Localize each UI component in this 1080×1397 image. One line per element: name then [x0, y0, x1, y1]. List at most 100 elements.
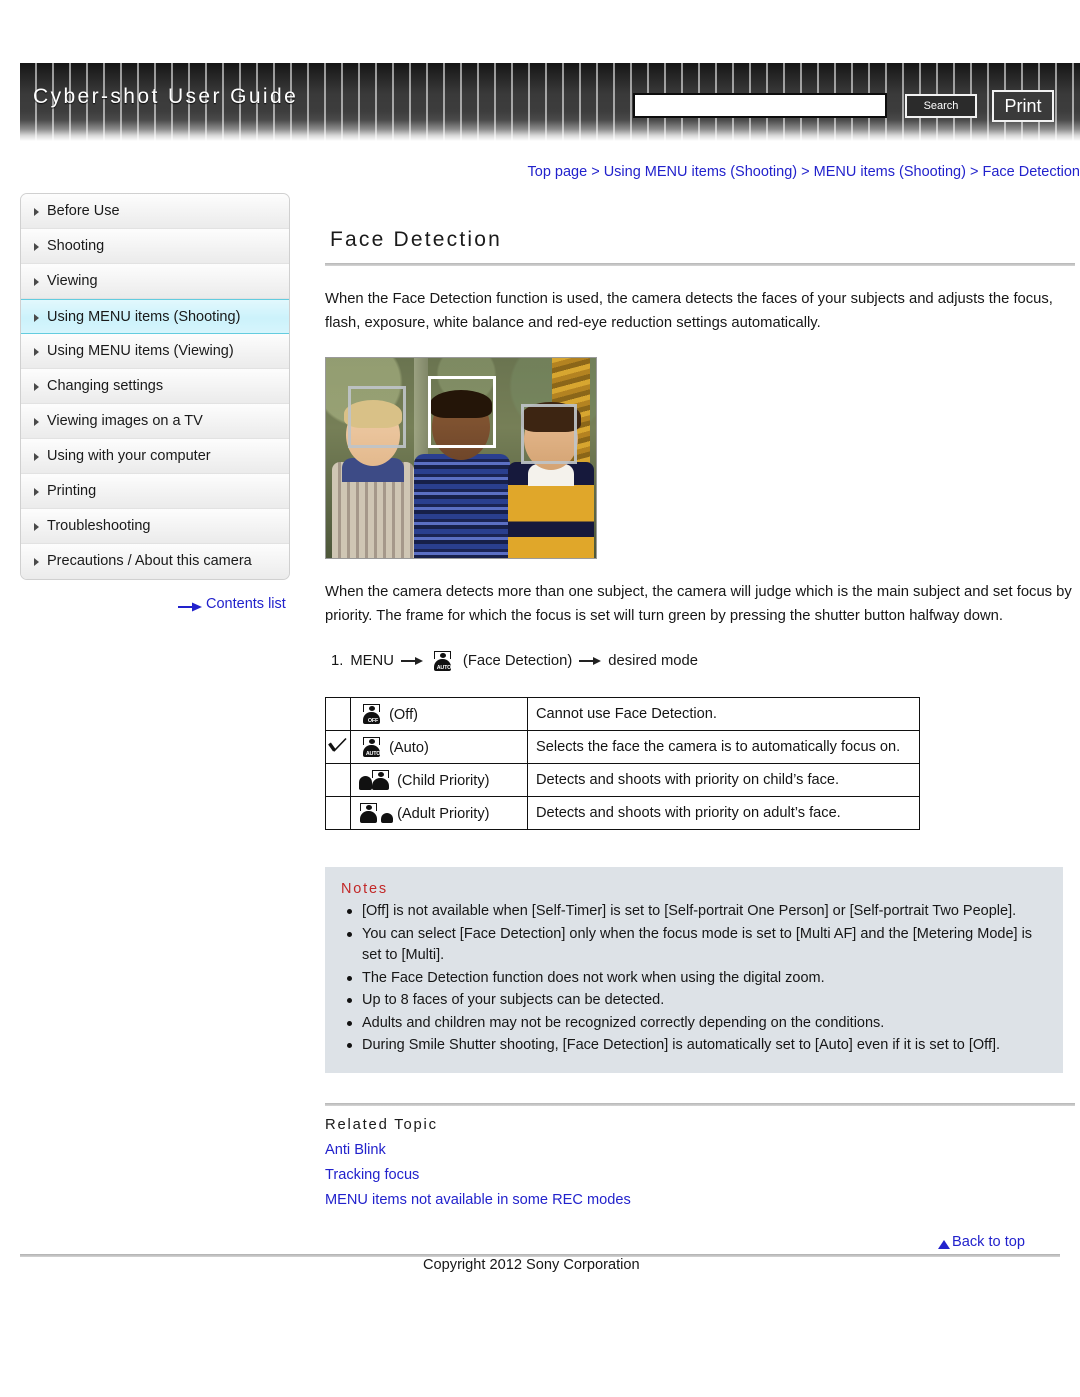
sidebar-item-using-menu-items-shooting[interactable]: Using MENU items (Shooting): [21, 299, 289, 334]
related-topic-divider: [325, 1102, 1075, 1106]
main-content: Face Detection When the Face Detection f…: [325, 220, 1080, 1208]
face-detection-mode-table: OFF (Off) Cannot use Face Detection. AUT…: [325, 697, 920, 830]
table-cell-selected: [325, 796, 351, 830]
sidebar-navigation: Before Use Shooting Viewing Using MENU i…: [20, 193, 290, 580]
list-item: Up to 8 faces of your subjects can be de…: [347, 990, 1047, 1012]
notes-heading: Notes: [341, 881, 388, 897]
priority-paragraph: When the camera detects more than one su…: [325, 584, 1072, 624]
right-arrow-icon: [400, 656, 423, 666]
breadcrumb: Top page > Using MENU items (Shooting) >…: [325, 164, 1080, 180]
table-cell-mode: (Child Priority): [350, 763, 528, 797]
sidebar-item-label: Using with your computer: [47, 448, 211, 464]
chevron-right-icon: [34, 348, 39, 356]
breadcrumb-item-using-menu-items-shooting[interactable]: Using MENU items (Shooting): [604, 164, 797, 180]
face-frame-left-child: [348, 386, 406, 448]
face-detection-auto-icon: AUTO: [430, 651, 456, 671]
chevron-right-icon: [34, 383, 39, 391]
step-menu-label: MENU: [350, 653, 394, 669]
sidebar-item-shooting[interactable]: Shooting: [21, 229, 289, 264]
face-frame-right-child: [521, 404, 577, 464]
sidebar-item-troubleshooting[interactable]: Troubleshooting: [21, 509, 289, 544]
contents-list-link[interactable]: Contents list: [178, 596, 286, 612]
sidebar-item-viewing-images-on-a-tv[interactable]: Viewing images on a TV: [21, 404, 289, 439]
table-cell-mode: OFF (Off): [350, 697, 528, 731]
checkmark-icon: [328, 737, 348, 753]
related-link-anti-blink[interactable]: Anti Blink: [325, 1142, 1080, 1158]
sidebar-item-label: Using MENU items (Viewing): [47, 343, 234, 359]
print-button[interactable]: Print: [992, 90, 1054, 122]
face-detection-off-icon: OFF: [359, 704, 385, 724]
sidebar-item-printing[interactable]: Printing: [21, 474, 289, 509]
mode-label: (Auto): [389, 740, 429, 756]
search-input[interactable]: [633, 93, 887, 118]
table-cell-selected: [325, 730, 351, 764]
page-title: Face Detection: [330, 228, 503, 251]
menu-path-step: 1. MENU AUTO (Face Detection) desired mo…: [325, 651, 1080, 671]
child-priority-icon: [359, 770, 393, 790]
sidebar-item-precautions-about-this-camera[interactable]: Precautions / About this camera: [21, 544, 289, 579]
table-row: (Child Priority) Detects and shoots with…: [325, 763, 920, 797]
breadcrumb-item-top-page[interactable]: Top page: [528, 164, 588, 180]
table-cell-selected: [325, 763, 351, 797]
sidebar-item-label: Before Use: [47, 203, 120, 219]
table-cell-mode: (Adult Priority): [350, 796, 528, 830]
chevron-right-icon: [34, 558, 39, 566]
breadcrumb-item-face-detection[interactable]: Face Detection: [982, 164, 1080, 180]
step-number: 1.: [331, 653, 344, 669]
sidebar-item-label: Printing: [47, 483, 97, 499]
chevron-right-icon: [34, 523, 39, 531]
step-target: desired mode: [608, 653, 698, 669]
face-detection-auto-icon: AUTO: [359, 737, 385, 757]
chevron-right-icon: [34, 453, 39, 461]
step-icon-label: (Face Detection): [462, 653, 573, 669]
chevron-right-icon: [34, 208, 39, 216]
list-item: During Smile Shutter shooting, [Face Det…: [347, 1035, 1047, 1057]
sidebar-item-using-menu-items-viewing[interactable]: Using MENU items (Viewing): [21, 334, 289, 369]
sidebar-item-before-use[interactable]: Before Use: [21, 194, 289, 229]
sidebar-item-using-with-your-computer[interactable]: Using with your computer: [21, 439, 289, 474]
mode-label: (Adult Priority): [397, 806, 490, 822]
breadcrumb-separator: >: [591, 164, 600, 180]
table-row: (Adult Priority) Detects and shoots with…: [325, 796, 920, 830]
table-cell-description: Cannot use Face Detection.: [527, 697, 920, 731]
list-item: Adults and children may not be recognize…: [347, 1013, 1047, 1035]
chevron-right-icon: [34, 488, 39, 496]
mode-label: (Off): [389, 707, 418, 723]
back-to-top-link[interactable]: Back to top: [930, 1234, 1025, 1250]
sidebar-item-viewing[interactable]: Viewing: [21, 264, 289, 299]
sidebar-item-label: Changing settings: [47, 378, 164, 394]
chevron-right-icon: [34, 278, 39, 286]
notes-panel: Notes [Off] is not available when [Self-…: [325, 867, 1063, 1073]
chevron-right-icon: [34, 314, 39, 322]
table-cell-description: Selects the face the camera is to automa…: [527, 730, 920, 764]
related-topic-heading: Related Topic: [325, 1116, 438, 1133]
adult-priority-icon: [359, 803, 393, 823]
related-link-menu-items-not-available[interactable]: MENU items not available in some REC mod…: [325, 1192, 1080, 1208]
sidebar-item-label: Shooting: [47, 238, 105, 254]
table-cell-description: Detects and shoots with priority on adul…: [527, 796, 920, 830]
table-row: AUTO (Auto) Selects the face the camera …: [325, 730, 920, 764]
site-header: Cyber-shot User Guide Search Print: [20, 63, 1080, 141]
sidebar-item-label: Viewing images on a TV: [47, 413, 203, 429]
intro-paragraph: When the Face Detection function is used…: [325, 291, 1053, 331]
sidebar-item-label: Troubleshooting: [47, 518, 151, 534]
table-row: OFF (Off) Cannot use Face Detection.: [325, 697, 920, 731]
table-cell-description: Detects and shoots with priority on chil…: [527, 763, 920, 797]
chevron-right-icon: [34, 243, 39, 251]
sidebar-item-changing-settings[interactable]: Changing settings: [21, 369, 289, 404]
search-button[interactable]: Search: [905, 94, 977, 118]
breadcrumb-separator: >: [969, 164, 979, 180]
copyright-notice: Copyright 2012 Sony Corporation: [423, 1257, 640, 1273]
sidebar-item-label: Viewing: [47, 273, 98, 289]
sidebar-item-label: Using MENU items (Shooting): [47, 309, 241, 325]
breadcrumb-separator: >: [801, 164, 810, 180]
notes-list: [Off] is not available when [Self-Timer]…: [341, 901, 1047, 1057]
site-title: Cyber-shot User Guide: [33, 85, 299, 108]
related-link-tracking-focus[interactable]: Tracking focus: [325, 1167, 1080, 1183]
table-cell-selected: [325, 697, 351, 731]
chevron-right-icon: [34, 418, 39, 426]
breadcrumb-item-menu-items-shooting[interactable]: MENU items (Shooting): [814, 164, 966, 180]
mode-label: (Child Priority): [397, 773, 490, 789]
right-arrow-icon: [579, 656, 602, 666]
table-cell-mode: AUTO (Auto): [350, 730, 528, 764]
